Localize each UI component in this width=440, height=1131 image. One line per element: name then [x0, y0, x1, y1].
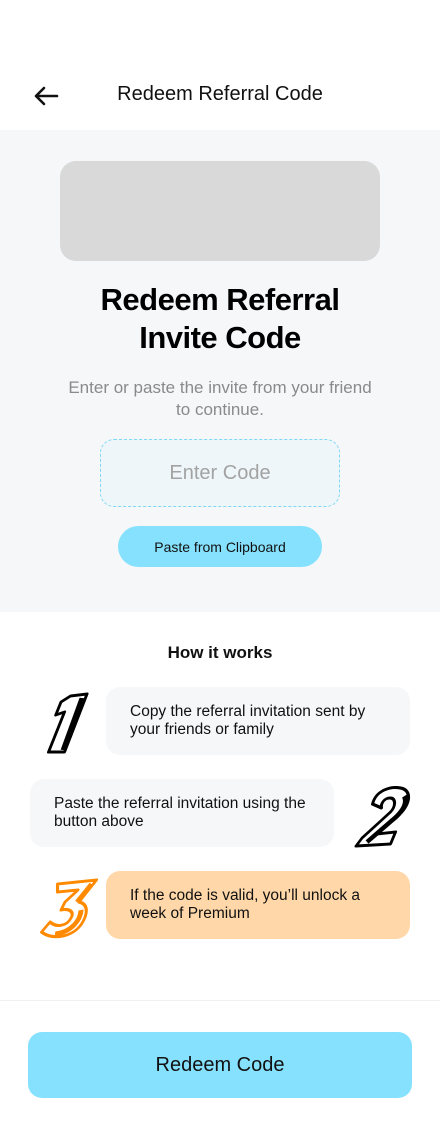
step-number-1-icon [46, 692, 89, 754]
referral-code-input[interactable] [100, 439, 340, 507]
hero-subtitle: Enter or paste the invite from your frie… [68, 378, 372, 419]
top-bar: Redeem Referral Code [0, 60, 440, 130]
step-2-card: Paste the referral invitation using the … [30, 779, 334, 847]
hero-heading: Redeem Referral Invite Code [0, 281, 440, 357]
step-3-card: If the code is valid, you’ll unlock a we… [106, 871, 410, 939]
hero-heading-line1: Redeem Referral [100, 282, 340, 317]
page-title: Redeem Referral Code [117, 83, 323, 105]
step-number-2-icon [354, 786, 411, 848]
how-it-works-title: How it works [167, 643, 273, 662]
hero-heading-line2: Invite Code [139, 320, 301, 355]
paste-from-clipboard-button[interactable]: Paste from Clipboard [118, 526, 322, 567]
step-number-3-icon [39, 878, 98, 939]
hero-section: Redeem Referral Invite Code Enter or pas… [0, 130, 440, 612]
redeem-referral-screen: Redeem Referral Code Redeem Referral Inv… [0, 0, 440, 1131]
step-1-text: Copy the referral invitation sent by you… [130, 703, 366, 738]
redeem-code-button[interactable]: Redeem Code [28, 1032, 412, 1098]
step-2-text: Paste the referral invitation using the … [54, 795, 306, 830]
step-1-card: Copy the referral invitation sent by you… [106, 687, 410, 755]
hero-image-placeholder [60, 161, 380, 261]
step-3-text: If the code is valid, you’ll unlock a we… [130, 887, 361, 922]
footer-divider [0, 1000, 440, 1001]
